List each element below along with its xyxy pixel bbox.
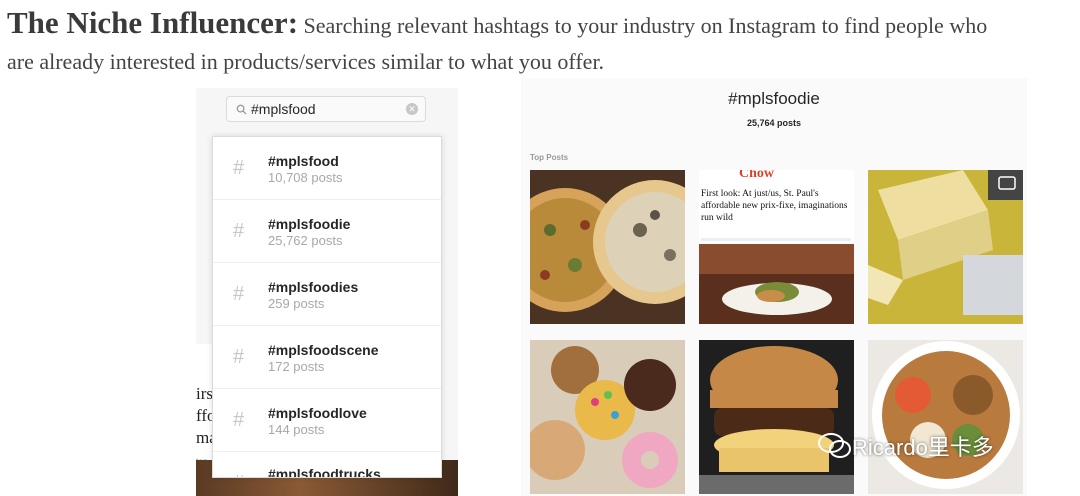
hashtag-title: #mplsfoodie bbox=[728, 89, 820, 108]
suggestion-tag: #mplsfoodscene bbox=[268, 342, 379, 358]
article-brand: Chow bbox=[739, 170, 775, 181]
post-thumbnail[interactable]: Chow First look: At just/us, St. Paul's … bbox=[699, 170, 854, 324]
burger-image bbox=[699, 340, 854, 494]
watermark-text: Ricardo里卡多 bbox=[852, 435, 994, 460]
suggestion-item[interactable]: # #mplsfoodlove 144 posts bbox=[213, 389, 441, 452]
donuts-image bbox=[530, 340, 685, 494]
suggestion-item[interactable]: # #mplsfoodie 25,762 posts bbox=[213, 200, 441, 263]
header-title: The Niche Influencer: bbox=[7, 5, 299, 40]
post-thumbnail[interactable] bbox=[530, 170, 685, 324]
hashtag-icon: # bbox=[233, 409, 245, 431]
hashtag-icon: # bbox=[233, 283, 245, 305]
pizza-image bbox=[530, 170, 685, 324]
search-bar[interactable]: ✕ bbox=[226, 96, 426, 122]
suggestion-item[interactable]: # #mplsfoodtrucks bbox=[213, 452, 441, 478]
suggestion-tag: #mplsfoodtrucks bbox=[268, 466, 381, 478]
post-thumbnail[interactable] bbox=[530, 340, 685, 494]
suggestion-count: 144 posts bbox=[268, 422, 325, 437]
suggestion-count: 172 posts bbox=[268, 359, 325, 374]
search-panel: irs ffo ma ton ✕ # #mplsfood 10,708 post… bbox=[196, 88, 458, 496]
suggestion-tag: #mplsfoodies bbox=[268, 279, 359, 295]
article-byline bbox=[701, 238, 851, 241]
suggestion-count: 259 posts bbox=[268, 296, 325, 311]
cheese-image bbox=[868, 170, 1023, 324]
suggestion-count: 10,708 posts bbox=[268, 170, 343, 185]
hashtag-icon: # bbox=[233, 157, 245, 179]
hashtag-icon: # bbox=[233, 220, 245, 242]
suggestion-count: 25,762 posts bbox=[268, 233, 343, 248]
plated-dish-image bbox=[699, 244, 854, 324]
suggestion-tag: #mplsfood bbox=[268, 153, 339, 169]
search-icon bbox=[236, 104, 247, 115]
suggestion-item[interactable]: # #mplsfood 10,708 posts bbox=[213, 137, 441, 200]
rice-bowl-image bbox=[868, 340, 1023, 494]
article-headline: First look: At just/us, St. Paul's affor… bbox=[701, 189, 848, 223]
hashtag-post-count: 25,764 posts bbox=[746, 118, 802, 128]
hashtag-suggestions-dropdown: # #mplsfood 10,708 posts # #mplsfoodie 2… bbox=[212, 136, 442, 478]
suggestion-item[interactable]: # #mplsfoodies 259 posts bbox=[213, 263, 441, 326]
header: The Niche Influencer: Searching relevant… bbox=[7, 6, 1007, 81]
suggestion-item[interactable]: # #mplsfoodscene 172 posts bbox=[213, 326, 441, 389]
post-thumbnail[interactable] bbox=[868, 340, 1023, 494]
hashtag-icon: # bbox=[233, 472, 244, 477]
wechat-icon bbox=[818, 433, 851, 458]
suggestion-tag: #mplsfoodie bbox=[268, 216, 351, 232]
post-thumbnail[interactable] bbox=[699, 340, 854, 494]
suggestion-tag: #mplsfoodlove bbox=[268, 405, 367, 421]
top-posts-label: Top Posts bbox=[530, 153, 569, 162]
post-thumbnail[interactable] bbox=[868, 170, 1023, 324]
clear-search-icon[interactable]: ✕ bbox=[406, 103, 418, 115]
watermark: Ricardo里卡多 bbox=[818, 430, 994, 462]
hashtag-icon: # bbox=[233, 346, 245, 368]
search-input[interactable] bbox=[251, 101, 401, 117]
fragment-text: irs bbox=[196, 384, 213, 403]
